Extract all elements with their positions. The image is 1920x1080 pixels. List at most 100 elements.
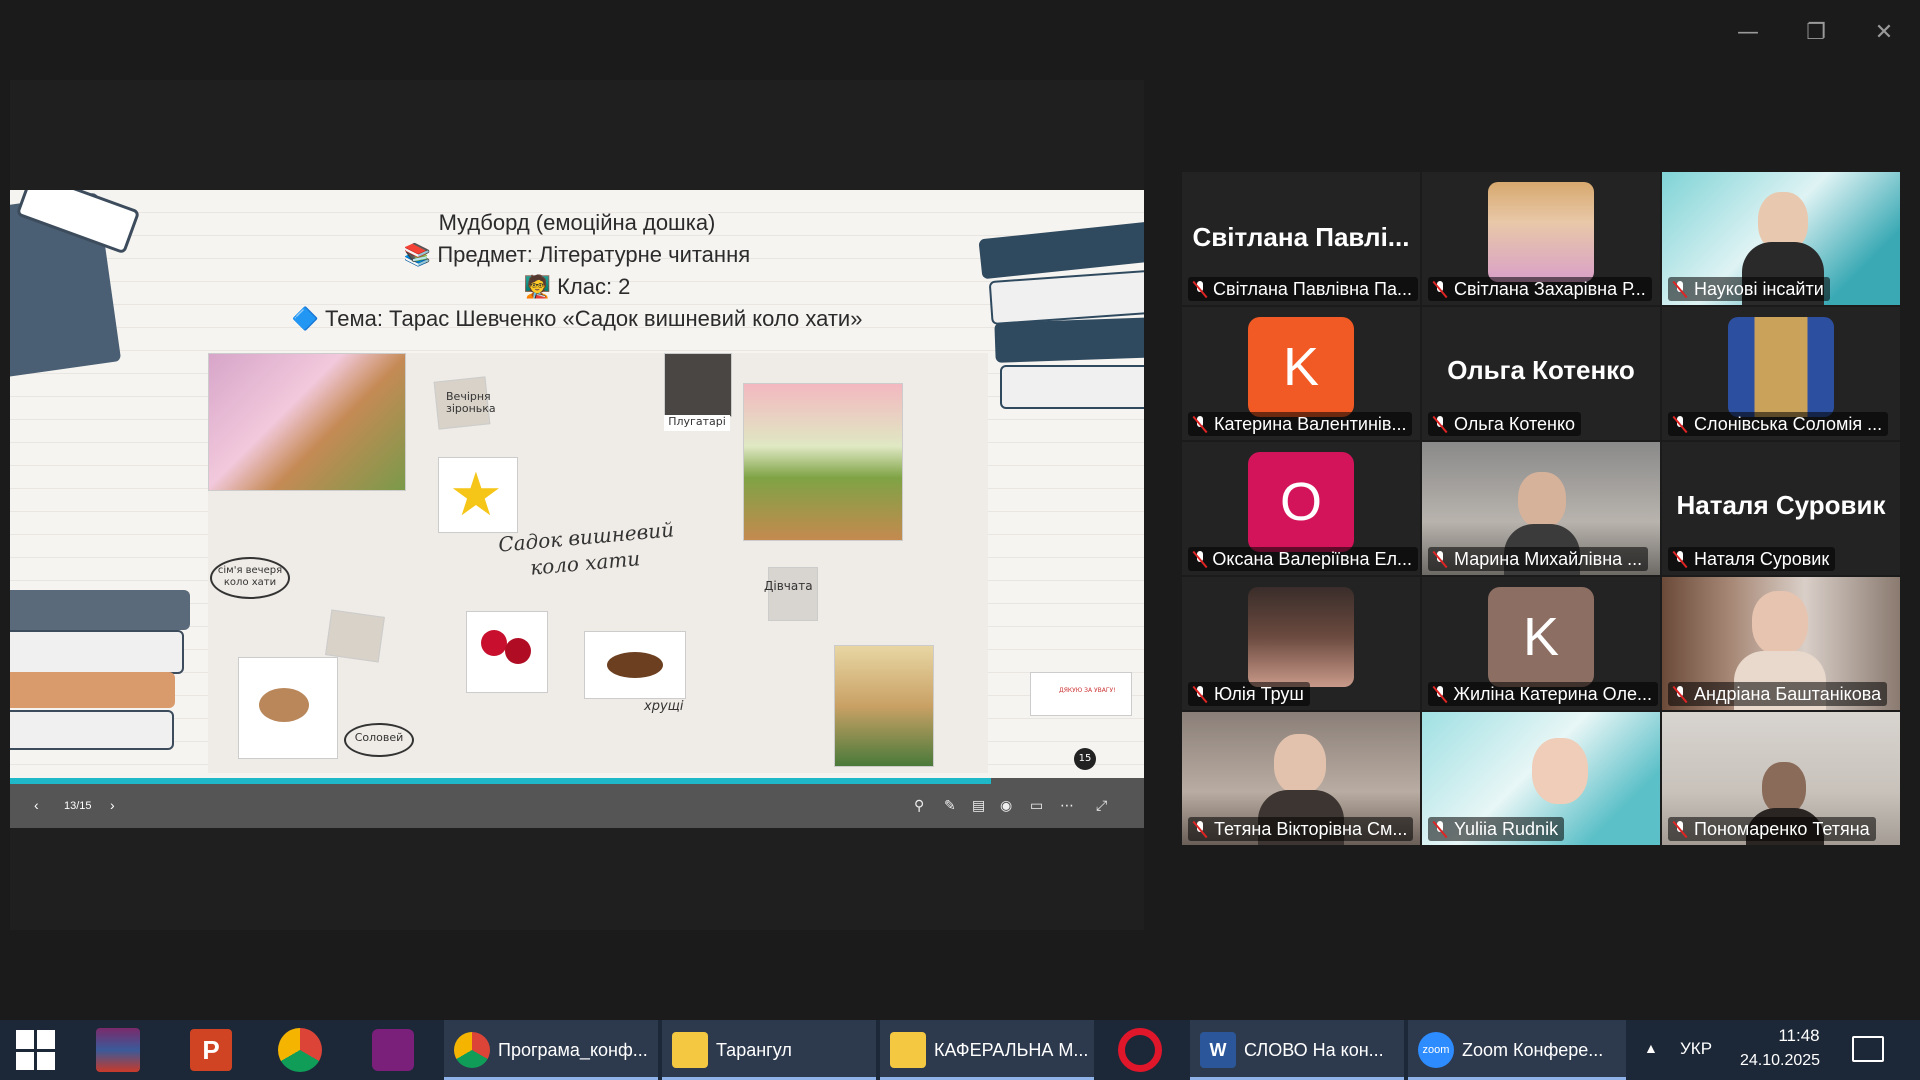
winrar-icon[interactable]	[96, 1020, 140, 1080]
participant-tile[interactable]: Слонівська Соломія ...	[1662, 307, 1900, 440]
mic-muted-icon	[1192, 820, 1208, 838]
chrome-icon[interactable]	[278, 1020, 322, 1080]
cherry-icon	[481, 630, 507, 656]
opera-icon[interactable]	[1118, 1020, 1162, 1080]
taskbar-app-folder-tarangul[interactable]: Тарангул	[662, 1020, 876, 1080]
taskbar-app-word[interactable]: W СЛОВО На кон...	[1190, 1020, 1404, 1080]
book-decoration	[10, 590, 190, 630]
window-titlebar	[0, 0, 1920, 62]
more-options-icon[interactable]: ⋯	[1060, 798, 1074, 814]
participant-tile[interactable]: Наталя Суровик Наталя Суровик	[1662, 442, 1900, 575]
clock-time[interactable]: 11:48	[1760, 1026, 1838, 1046]
participant-label: Yuliia Rudnik	[1428, 817, 1565, 841]
tray-chevron-up-icon[interactable]: ▲	[1644, 1040, 1658, 1056]
slide-progress-bar	[10, 778, 991, 784]
slide-subject: 📚 Предмет: Літературне читання	[403, 242, 751, 267]
pdf-app-icon[interactable]	[372, 1020, 414, 1080]
restore-icon[interactable]: ❐	[1798, 14, 1834, 50]
chevron-left-icon[interactable]: ‹	[34, 797, 39, 813]
participant-tile[interactable]: Марина Михайлівна ...	[1422, 442, 1660, 575]
minimize-icon[interactable]: —	[1730, 14, 1766, 50]
participant-tile[interactable]: Світлана Захарівна Р...	[1422, 172, 1660, 305]
bird-icon	[259, 688, 309, 722]
taskbar-app-zoom[interactable]: zoom Zoom Конфере...	[1408, 1020, 1626, 1080]
mic-muted-icon	[1672, 685, 1688, 703]
pen-icon[interactable]: ✎	[944, 798, 956, 814]
participant-display-name: Наталя Суровик	[1676, 490, 1886, 520]
powerpoint-icon[interactable]: P	[190, 1020, 232, 1080]
participant-label: Оксана Валеріївна Ел...	[1188, 547, 1418, 571]
participant-tile-active-speaker[interactable]: Андріана Баштанікова	[1662, 577, 1900, 710]
participant-tile[interactable]: O Оксана Валеріївна Ел...	[1182, 442, 1420, 575]
mic-muted-icon	[1192, 685, 1208, 703]
mic-muted-icon	[1432, 550, 1448, 568]
mic-muted-icon	[1432, 685, 1447, 703]
taskbar-app-chrome[interactable]: Програма_конф...	[444, 1020, 658, 1080]
mic-muted-icon	[1432, 415, 1448, 433]
participant-display-name: Світлана Павлі...	[1192, 222, 1410, 252]
participant-tile[interactable]: K Катерина Валентинів...	[1182, 307, 1420, 440]
participant-label: Пономаренко Тетяна	[1668, 817, 1876, 841]
label-nightingale: Соловей	[344, 723, 414, 757]
broadcast-icon[interactable]: ◉	[1000, 798, 1012, 814]
label-star: Вечірня зіронька	[446, 390, 496, 415]
chevron-right-icon[interactable]: ›	[110, 797, 115, 813]
slide-title: Мудборд (емоційна дошка)	[438, 210, 716, 235]
participant-avatar: K	[1488, 587, 1594, 687]
word-icon: W	[1200, 1032, 1236, 1068]
slide-grade: 🧑‍🏫 Клас: 2	[523, 274, 631, 299]
book-decoration	[10, 630, 184, 674]
exit-fullscreen-icon[interactable]: ⤢	[1096, 798, 1107, 814]
label-plowmen: Плугатарі	[664, 415, 730, 431]
girl-painting-image	[834, 645, 934, 767]
thank-you-text: ДЯКУЮ ЗА УВАГУ!	[1059, 687, 1116, 694]
beetle-image	[584, 631, 686, 699]
participant-label: Жиліна Катерина Оле...	[1428, 682, 1658, 706]
close-icon[interactable]: ✕	[1866, 14, 1902, 50]
mic-muted-icon	[1672, 820, 1688, 838]
participant-tile[interactable]: Наукові інсайти	[1662, 172, 1900, 305]
participant-tile[interactable]: Ольга Котенко Ольга Котенко	[1422, 307, 1660, 440]
subtitles-icon[interactable]: ▤	[972, 798, 985, 814]
house-painting-image	[208, 353, 406, 491]
windows-start-icon[interactable]	[16, 1020, 56, 1080]
participant-label: Юлія Труш	[1188, 682, 1310, 706]
moodboard: Вечірня зіронька ★ Плугатарі Садок вишне…	[208, 353, 988, 773]
participant-label: Тетяна Вікторівна См...	[1188, 817, 1414, 841]
participant-label: Слонівська Соломія ...	[1668, 412, 1889, 436]
cherries-image	[466, 611, 548, 693]
notifications-icon[interactable]	[1852, 1036, 1884, 1062]
label-girls: Дівчата	[764, 579, 813, 593]
mic-muted-icon	[1672, 415, 1688, 433]
note-card	[325, 609, 385, 663]
page-counter: 13/15	[64, 800, 92, 812]
participant-tile[interactable]: Тетяна Вікторівна См...	[1182, 712, 1420, 845]
photo-placeholder	[768, 567, 818, 621]
slide-number-badge: 15	[1074, 748, 1096, 770]
label-evening: сім'я вечеря коло хати	[210, 557, 290, 599]
label-beetles: хрущі	[644, 699, 684, 714]
input-language[interactable]: УКР	[1680, 1039, 1712, 1059]
mic-muted-icon	[1432, 820, 1448, 838]
participant-tile[interactable]: Юлія Труш	[1182, 577, 1420, 710]
participant-label: Катерина Валентинів...	[1188, 412, 1413, 436]
participant-video	[1488, 182, 1594, 282]
clock-date[interactable]: 24.10.2025	[1730, 1052, 1830, 1070]
zoom-icon[interactable]: ⚲	[914, 798, 924, 814]
slide-topic: 🔷 Тема: Тарас Шевченко «Садок вишневий к…	[291, 306, 863, 331]
participant-tile[interactable]: Пономаренко Тетяна	[1662, 712, 1900, 845]
taskbar-app-folder-kaferalna[interactable]: КАФЕРАЛЬНА М...	[880, 1020, 1094, 1080]
display-settings-icon[interactable]: ▭	[1030, 798, 1043, 814]
participant-label: Наукові інсайти	[1668, 277, 1830, 301]
book-decoration	[1000, 365, 1144, 409]
participant-label: Наталя Суровик	[1668, 547, 1836, 571]
participant-label: Ольга Котенко	[1428, 412, 1582, 436]
participant-label: Світлана Павлівна Па...	[1188, 277, 1418, 301]
participant-tile[interactable]: Yuliia Rudnik	[1422, 712, 1660, 845]
thank-you-thumbnail[interactable]: ДЯКУЮ ЗА УВАГУ!	[1030, 672, 1132, 716]
photo-placeholder	[664, 353, 732, 417]
participant-tile[interactable]: K Жиліна Катерина Оле...	[1422, 577, 1660, 710]
mic-muted-icon	[1192, 550, 1206, 568]
participant-video	[1248, 587, 1354, 687]
participant-tile[interactable]: Світлана Павлі... Світлана Павлівна Па..…	[1182, 172, 1420, 305]
